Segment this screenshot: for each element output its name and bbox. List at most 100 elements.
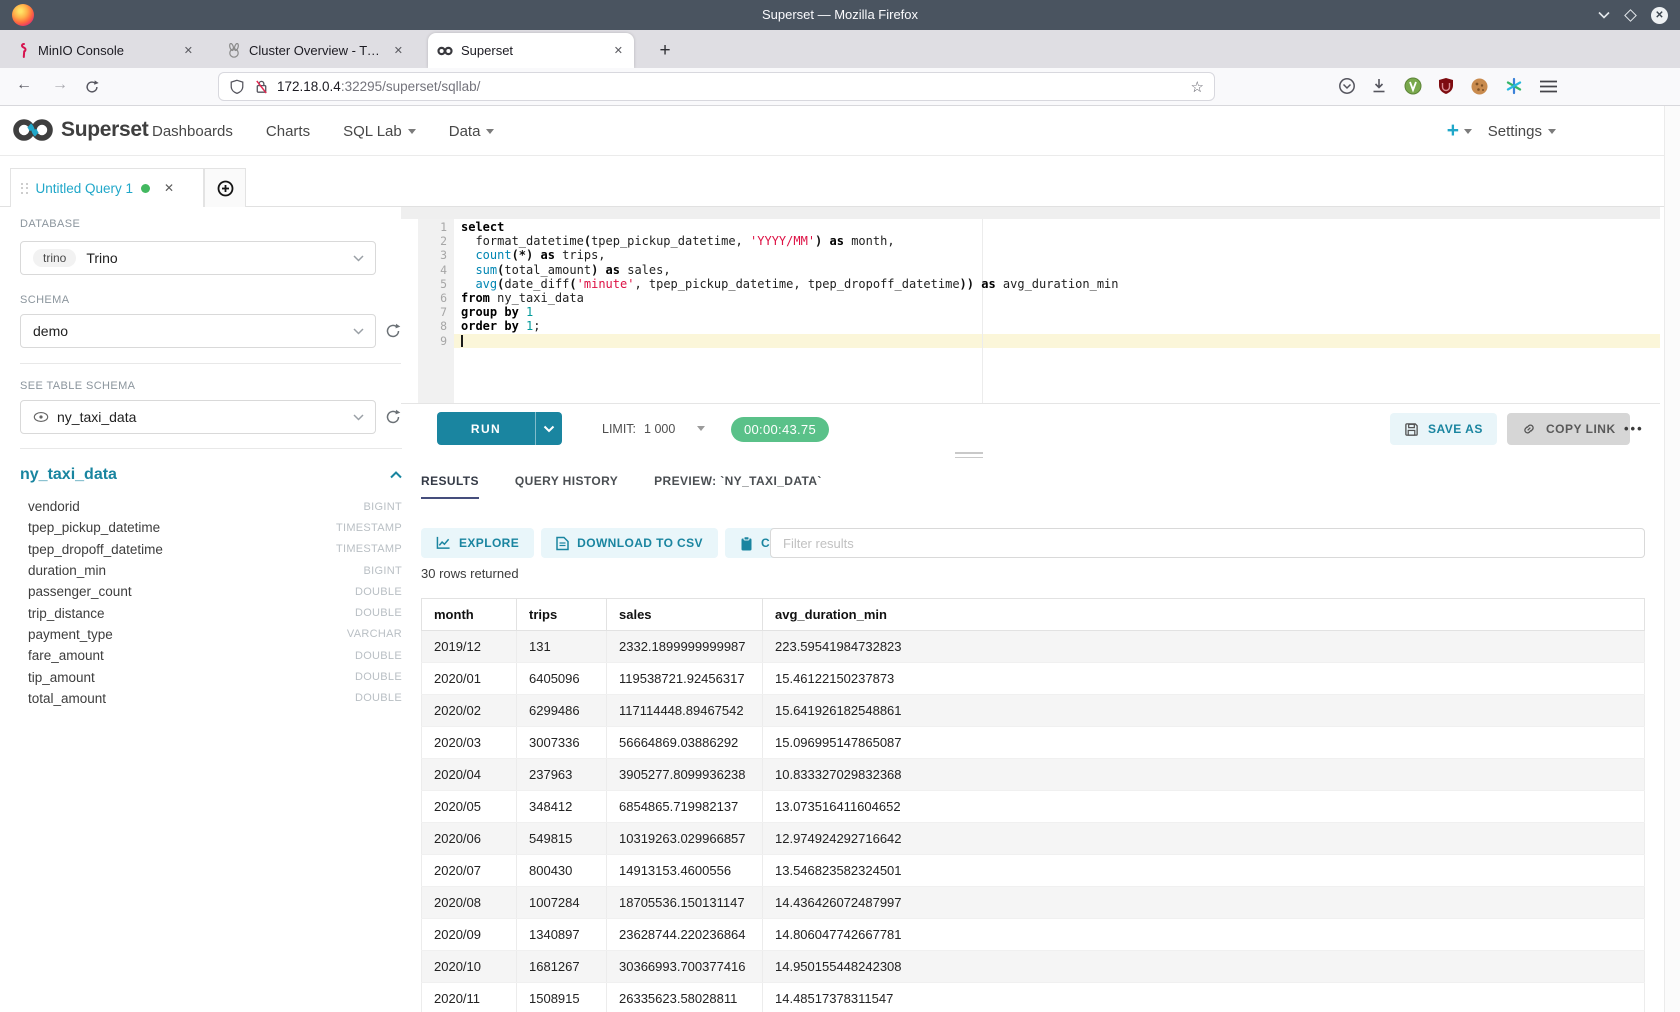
bookmark-star-icon[interactable]: ☆: [1191, 78, 1204, 96]
column-header[interactable]: trips: [517, 599, 607, 631]
nav-item-dashboards[interactable]: Dashboards: [152, 123, 233, 140]
close-icon[interactable]: ✕: [164, 181, 174, 195]
table-column-row[interactable]: trip_distanceDOUBLE: [28, 602, 402, 623]
url-bar[interactable]: 172.18.0.4:32295/superset/sqllab/ ☆: [218, 72, 1215, 101]
table-row[interactable]: 2020/053484126854865.71998213713.0735164…: [422, 791, 1645, 823]
tab-close-icon[interactable]: ✕: [612, 44, 625, 57]
results-table[interactable]: monthtripssalesavg_duration_min 2019/121…: [421, 598, 1645, 1012]
extension-green-icon[interactable]: [1404, 77, 1422, 95]
table-cell: 6405096: [517, 663, 607, 695]
table-column-row[interactable]: total_amountDOUBLE: [28, 688, 402, 709]
sql-token: select: [461, 220, 504, 234]
nav-item-data[interactable]: Data: [449, 123, 495, 140]
chevron-up-icon[interactable]: [390, 471, 402, 479]
copy-link-button[interactable]: COPY LINK: [1507, 413, 1630, 445]
file-icon: [556, 536, 569, 551]
refresh-tables-icon[interactable]: [384, 408, 402, 426]
table-column-row[interactable]: passenger_countDOUBLE: [28, 581, 402, 602]
run-options-button[interactable]: [536, 412, 562, 445]
pocket-icon[interactable]: [1338, 77, 1356, 95]
adblock-shield-icon[interactable]: [1437, 77, 1455, 95]
results-tab-preview[interactable]: PREVIEW: `NY_TAXI_DATA`: [654, 474, 822, 499]
table-row[interactable]: 2020/10168126730366993.70037741614.95015…: [422, 951, 1645, 983]
table-row[interactable]: 2020/026299486117114448.8946754215.64192…: [422, 695, 1645, 727]
results-tab-query-history[interactable]: QUERY HISTORY: [515, 474, 618, 499]
table-column-row[interactable]: tpep_dropoff_datetimeTIMESTAMP: [28, 539, 402, 560]
browser-new-tab-button[interactable]: +: [652, 40, 678, 62]
window-close-icon[interactable]: ✕: [1651, 7, 1668, 24]
table-column-row[interactable]: fare_amountDOUBLE: [28, 645, 402, 666]
column-type: TIMESTAMP: [336, 522, 402, 534]
browser-tab[interactable]: Superset✕: [428, 33, 634, 68]
table-row[interactable]: 2020/03300733656664869.0388629215.096995…: [422, 727, 1645, 759]
minio-favicon-icon: [17, 43, 30, 58]
more-actions-button[interactable]: •••: [1624, 412, 1644, 445]
new-item-button[interactable]: +: [1447, 106, 1472, 156]
query-tab[interactable]: Untitled Query 1 ✕: [10, 168, 204, 207]
tab-close-icon[interactable]: ✕: [182, 44, 195, 57]
column-header[interactable]: month: [422, 599, 517, 631]
table-column-row[interactable]: tpep_pickup_datetimeTIMESTAMP: [28, 517, 402, 538]
browser-tab[interactable]: Cluster Overview - Trino✕: [218, 33, 414, 68]
database-select[interactable]: trino Trino: [20, 241, 376, 275]
drag-handle-icon[interactable]: [21, 183, 28, 194]
window-minimize-icon[interactable]: [1598, 11, 1610, 19]
table-row[interactable]: 2020/11150891526335623.5802881114.485173…: [422, 983, 1645, 1012]
table-cell: 18705536.150131147: [607, 887, 763, 919]
pane-resize-handle[interactable]: [955, 452, 983, 461]
chevron-down-icon: [353, 255, 364, 262]
table-row[interactable]: 2020/08100728418705536.15013114714.43642…: [422, 887, 1645, 919]
table-row[interactable]: 2020/0780043014913153.460055613.54682358…: [422, 855, 1645, 887]
sql-token: order by: [461, 319, 519, 333]
new-query-tab-button[interactable]: [204, 168, 246, 207]
run-label[interactable]: RUN: [437, 412, 536, 445]
downloads-icon[interactable]: [1370, 77, 1388, 95]
copy-link-label: COPY LINK: [1546, 422, 1616, 436]
insecure-lock-icon[interactable]: [254, 79, 269, 95]
table-column-row[interactable]: vendoridBIGINT: [28, 496, 402, 517]
tab-close-icon[interactable]: ✕: [392, 44, 405, 57]
page-scrollbar-track[interactable]: [1664, 106, 1680, 1012]
plus-icon[interactable]: +: [1447, 119, 1459, 143]
settings-menu[interactable]: Settings: [1488, 123, 1556, 140]
table-column-row[interactable]: payment_typeVARCHAR: [28, 624, 402, 645]
refresh-schemas-icon[interactable]: [384, 322, 402, 340]
sql-editor[interactable]: 123456789 select format_datetime(tpep_pi…: [401, 219, 1660, 403]
table-column-row[interactable]: duration_minBIGINT: [28, 560, 402, 581]
back-icon[interactable]: ←: [16, 76, 32, 94]
sparkle-extension-icon[interactable]: [1505, 77, 1523, 95]
window-maximize-icon[interactable]: [1624, 9, 1637, 22]
table-row[interactable]: 2020/0654981510319263.02996685712.974924…: [422, 823, 1645, 855]
table-row[interactable]: 2019/121312332.1899999999987223.59541984…: [422, 631, 1645, 663]
table-name[interactable]: ny_taxi_data: [20, 466, 117, 484]
explore-button[interactable]: EXPLORE: [421, 528, 534, 558]
code-line: [461, 334, 1660, 348]
table-column-row[interactable]: tip_amountDOUBLE: [28, 666, 402, 687]
cookie-extension-icon[interactable]: [1470, 77, 1489, 96]
table-select[interactable]: ny_taxi_data: [20, 400, 376, 434]
download-to-csv-button[interactable]: DOWNLOAD TO CSV: [541, 528, 718, 558]
superset-logo[interactable]: Superset: [12, 116, 148, 144]
nav-item-sql-lab[interactable]: SQL Lab: [343, 123, 416, 140]
tracking-shield-icon[interactable]: [229, 79, 245, 95]
filter-results-input[interactable]: [770, 528, 1645, 558]
table-row[interactable]: 2020/09134089723628744.22023686414.80604…: [422, 919, 1645, 951]
column-header[interactable]: sales: [607, 599, 763, 631]
column-name: vendorid: [28, 499, 80, 514]
limit-dropdown[interactable]: LIMIT: 1 000: [602, 412, 705, 445]
query-tab-title[interactable]: Untitled Query 1: [36, 181, 134, 196]
reload-icon[interactable]: [84, 79, 100, 95]
forward-icon[interactable]: →: [52, 76, 68, 94]
column-header[interactable]: avg_duration_min: [763, 599, 1645, 631]
nav-item-charts[interactable]: Charts: [266, 123, 310, 140]
sql-code[interactable]: select format_datetime(tpep_pickup_datet…: [461, 220, 1660, 348]
run-button[interactable]: RUN: [437, 412, 562, 445]
table-row[interactable]: 2020/042379633905277.809993623810.833327…: [422, 759, 1645, 791]
results-tab-results[interactable]: RESULTS: [421, 474, 479, 499]
hamburger-menu-icon[interactable]: [1540, 80, 1557, 93]
table-row[interactable]: 2020/016405096119538721.9245631715.46122…: [422, 663, 1645, 695]
browser-tab[interactable]: MinIO Console✕: [8, 33, 204, 68]
schema-select[interactable]: demo: [20, 314, 376, 348]
gutter-line-number: 5: [418, 277, 454, 291]
save-as-button[interactable]: SAVE AS: [1390, 413, 1497, 445]
